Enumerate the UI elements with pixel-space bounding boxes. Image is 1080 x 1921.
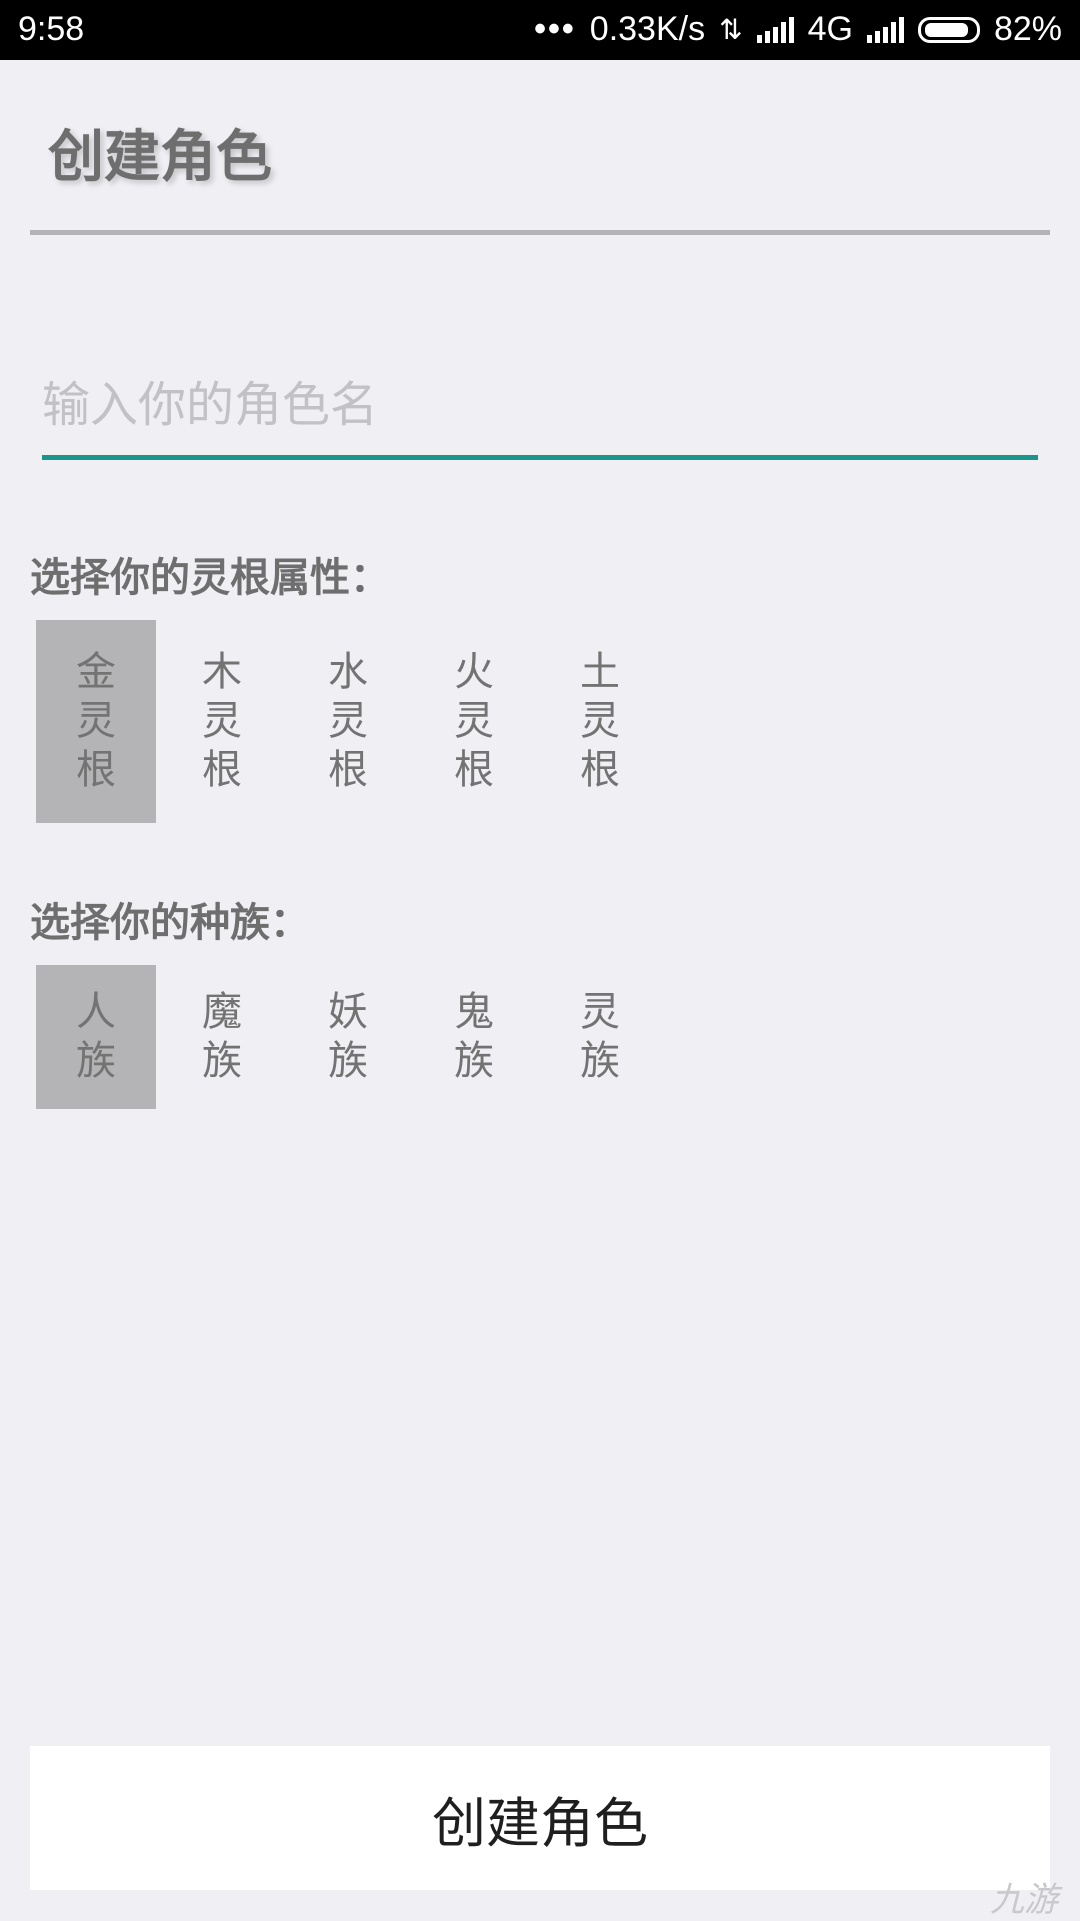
page-title: 创建角色 [48, 125, 272, 190]
option-char: 灵 [76, 698, 116, 744]
spirit-root-option-metal[interactable]: 金 灵 根 [36, 620, 156, 823]
title-divider [30, 230, 1050, 235]
status-time: 9:58 [18, 10, 85, 48]
spirit-root-option-water[interactable]: 水 灵 根 [288, 620, 408, 823]
battery-percent: 82% [993, 10, 1062, 48]
option-char: 灵 [328, 698, 368, 744]
race-option-yao[interactable]: 妖 族 [288, 965, 408, 1109]
option-char: 火 [454, 649, 494, 695]
option-char: 灵 [580, 698, 620, 744]
status-bar: 9:58 ••• 0.33K/s ⇅ 4G 82% [0, 0, 1080, 60]
option-char: 族 [454, 1038, 494, 1084]
option-char: 人 [76, 989, 116, 1035]
network-speed: 0.33K/s [589, 10, 706, 48]
spirit-root-option-wood[interactable]: 木 灵 根 [162, 620, 282, 823]
option-char: 族 [76, 1038, 116, 1084]
option-char: 根 [202, 747, 242, 793]
option-char: 灵 [202, 698, 242, 744]
watermark-logo: 九游 [990, 1880, 1058, 1920]
status-icons: ••• 0.33K/s ⇅ 4G 82% [534, 10, 1062, 49]
signal-icon [756, 16, 794, 43]
option-char: 妖 [328, 989, 368, 1035]
option-char: 根 [76, 747, 116, 793]
option-char: 鬼 [454, 989, 494, 1035]
spirit-root-option-earth[interactable]: 土 灵 根 [540, 620, 660, 823]
option-char: 根 [328, 747, 368, 793]
option-char: 魔 [202, 989, 242, 1035]
race-option-ghost[interactable]: 鬼 族 [414, 965, 534, 1109]
option-char: 根 [580, 747, 620, 793]
battery-icon [917, 16, 980, 43]
option-char: 金 [76, 649, 116, 695]
network-type: 4G [807, 10, 853, 48]
race-option-human[interactable]: 人 族 [36, 965, 156, 1109]
option-char: 木 [202, 649, 242, 695]
spirit-root-options: 金 灵 根 木 灵 根 水 灵 根 火 灵 根 土 灵 根 [36, 620, 666, 823]
spirit-root-label: 选择你的灵根属性： [30, 555, 390, 601]
signal-icon [866, 16, 904, 43]
create-character-button[interactable]: 创建角色 [30, 1746, 1050, 1890]
race-option-demon[interactable]: 魔 族 [162, 965, 282, 1109]
character-name-input[interactable] [42, 365, 1038, 445]
name-input-container [42, 365, 1038, 460]
race-option-spirit[interactable]: 灵 族 [540, 965, 660, 1109]
option-char: 水 [328, 649, 368, 695]
option-char: 灵 [454, 698, 494, 744]
option-char: 族 [328, 1038, 368, 1084]
option-char: 族 [580, 1038, 620, 1084]
spirit-root-option-fire[interactable]: 火 灵 根 [414, 620, 534, 823]
race-options: 人 族 魔 族 妖 族 鬼 族 灵 族 [36, 965, 666, 1109]
data-arrows-icon: ⇅ [719, 14, 743, 45]
option-char: 土 [580, 649, 620, 695]
option-char: 灵 [580, 989, 620, 1035]
race-label: 选择你的种族： [30, 900, 310, 946]
more-notifications-icon: ••• [534, 10, 576, 48]
option-char: 族 [202, 1038, 242, 1084]
option-char: 根 [454, 747, 494, 793]
